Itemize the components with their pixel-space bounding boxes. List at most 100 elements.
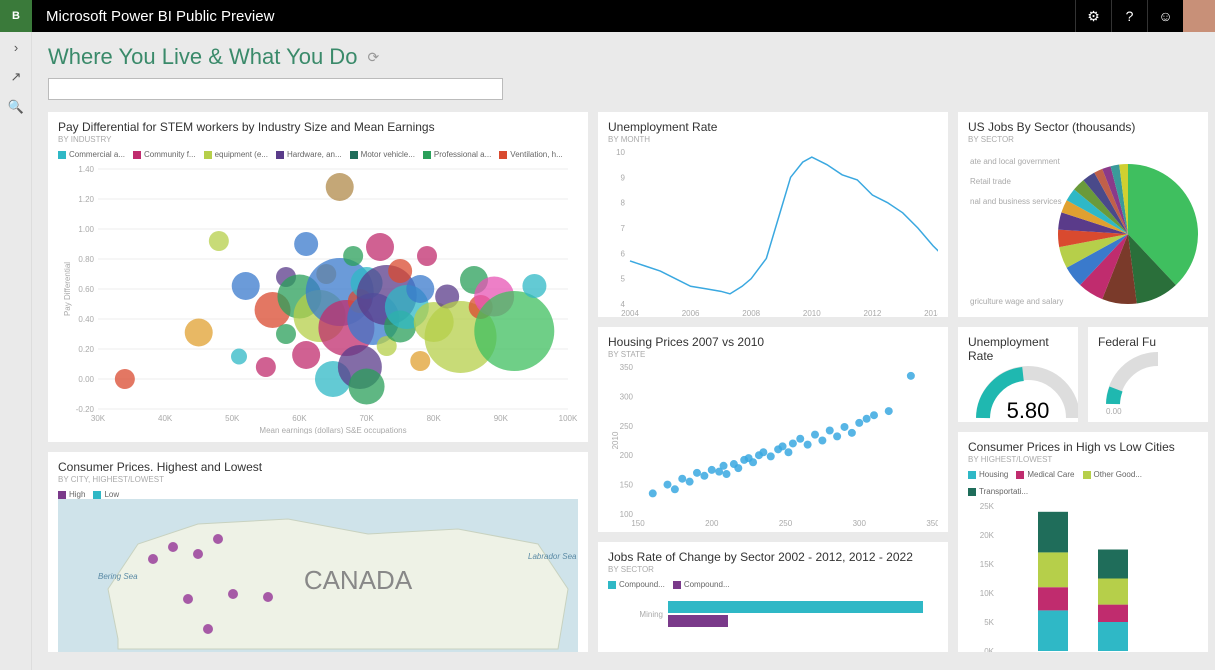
housing-scatter-chart: 1001502002503003501502002503003502007201…	[608, 359, 938, 532]
svg-text:30K: 30K	[91, 414, 106, 423]
svg-text:25K: 25K	[980, 502, 995, 511]
tile-housing-scatter[interactable]: Housing Prices 2007 vs 2010 BY STATE 100…	[598, 327, 948, 532]
jobs-pie-chart: ate and local governmentRetail tradenal …	[968, 144, 1198, 317]
user-avatar[interactable]	[1183, 0, 1215, 32]
help-icon[interactable]: ?	[1111, 0, 1147, 32]
svg-text:Pay Differential: Pay Differential	[63, 262, 72, 316]
header-icons: ⚙ ? ☺	[1075, 0, 1215, 32]
tile-title: Federal Fu	[1098, 335, 1198, 349]
share-icon[interactable]: ↗	[0, 62, 32, 92]
svg-text:6: 6	[621, 249, 626, 258]
svg-text:60K: 60K	[292, 414, 307, 423]
svg-text:1.00: 1.00	[78, 225, 94, 234]
chart-legend: HousingMedical CareOther Good...Transpor…	[968, 470, 1198, 496]
svg-text:0.20: 0.20	[78, 345, 94, 354]
svg-text:300: 300	[853, 519, 867, 528]
svg-text:200: 200	[705, 519, 719, 528]
tile-sub: BY SECTOR	[608, 565, 938, 574]
tile-title: Housing Prices 2007 vs 2010	[608, 335, 938, 349]
svg-text:0: 0	[980, 421, 985, 422]
app-title: Microsoft Power BI Public Preview	[32, 8, 1075, 25]
tile-unemployment-gauge[interactable]: Unemployment Rate 5.80 0 12	[958, 327, 1078, 422]
consumer-bar-chart: 0K5K10K15K20K25KHighLow	[968, 496, 1198, 652]
tile-consumer-map[interactable]: Consumer Prices. Highest and Lowest BY C…	[48, 452, 588, 652]
svg-text:350: 350	[926, 519, 938, 528]
svg-text:2007: 2007	[777, 531, 795, 532]
tile-title: Unemployment Rate	[968, 335, 1068, 363]
tile-sub: BY HIGHEST/LOWEST	[968, 455, 1198, 464]
svg-text:4: 4	[621, 300, 626, 309]
tile-sub: BY INDUSTRY	[58, 135, 578, 144]
gauge-chart: 5.80 0 12	[968, 363, 1078, 422]
svg-text:0K: 0K	[984, 647, 994, 652]
svg-text:7: 7	[621, 224, 626, 233]
svg-text:Mean earnings (dollars) S&E oc: Mean earnings (dollars) S&E occupations	[259, 426, 406, 434]
svg-text:150: 150	[620, 481, 634, 490]
left-sidebar: › ↗ 🔍	[0, 32, 32, 670]
tile-title: Pay Differential for STEM workers by Ind…	[58, 120, 578, 134]
tile-stem-scatter[interactable]: Pay Differential for STEM workers by Ind…	[48, 112, 588, 442]
tile-title: Jobs Rate of Change by Sector 2002 - 201…	[608, 550, 938, 564]
page-title: Where You Live & What You Do ⟳	[48, 44, 1199, 70]
app-logo-icon: B	[0, 0, 32, 32]
svg-text:100K: 100K	[559, 414, 578, 423]
svg-text:1.20: 1.20	[78, 195, 94, 204]
stem-scatter-chart: -0.200.000.200.400.600.801.001.201.4030K…	[58, 159, 578, 434]
main-content: Where You Live & What You Do ⟳ Pay Diffe…	[32, 32, 1215, 670]
tile-sub: BY STATE	[608, 350, 938, 359]
tile-sub: BY MONTH	[608, 135, 938, 144]
svg-text:5.80: 5.80	[1007, 398, 1050, 422]
tile-title: US Jobs By Sector (thousands)	[968, 120, 1198, 134]
map-chart: CANADA Bering Sea Labrador Sea	[58, 499, 578, 652]
refresh-icon[interactable]: ⟳	[367, 49, 379, 66]
tile-jobs-change[interactable]: Jobs Rate of Change by Sector 2002 - 201…	[598, 542, 948, 652]
svg-text:50K: 50K	[225, 414, 240, 423]
tile-title: Consumer Prices. Highest and Lowest	[58, 460, 578, 474]
svg-text:250: 250	[620, 422, 634, 431]
svg-text:70K: 70K	[359, 414, 374, 423]
settings-icon[interactable]: ⚙	[1075, 0, 1111, 32]
app-header: B Microsoft Power BI Public Preview ⚙ ? …	[0, 0, 1215, 32]
dashboard-grid: Pay Differential for STEM workers by Ind…	[48, 112, 1199, 652]
gauge-chart: 0.00	[1098, 349, 1158, 414]
svg-text:griculture wage and salary: griculture wage and salary	[970, 297, 1063, 306]
feedback-icon[interactable]: ☺	[1147, 0, 1183, 32]
svg-text:350: 350	[620, 363, 634, 372]
svg-text:100: 100	[620, 510, 634, 519]
jobs-change-chart: Mining	[608, 589, 938, 644]
svg-text:10: 10	[616, 148, 625, 157]
svg-text:Mining: Mining	[639, 610, 663, 619]
tile-consumer-bar[interactable]: Consumer Prices in High vs Low Cities BY…	[958, 432, 1208, 652]
svg-text:12: 12	[1068, 421, 1077, 422]
chart-legend: HighLow	[58, 490, 578, 499]
svg-text:20K: 20K	[980, 531, 995, 540]
search-icon[interactable]: 🔍	[0, 92, 32, 122]
tile-title: Consumer Prices in High vs Low Cities	[968, 440, 1198, 454]
svg-text:0.60: 0.60	[78, 285, 94, 294]
collapse-icon[interactable]: ›	[0, 32, 32, 62]
sea-label: Labrador Sea	[528, 552, 577, 561]
tile-sub: BY SECTOR	[968, 135, 1198, 144]
svg-text:0.00: 0.00	[1106, 407, 1122, 414]
svg-text:Retail trade: Retail trade	[970, 177, 1011, 186]
svg-text:10K: 10K	[980, 589, 995, 598]
chart-legend: Compound...Compound...	[608, 580, 938, 589]
svg-text:2014: 2014	[924, 309, 938, 317]
qna-search-input[interactable]	[48, 78, 503, 100]
svg-text:-0.20: -0.20	[76, 405, 95, 414]
tile-sub: BY CITY, HIGHEST/LOWEST	[58, 475, 578, 484]
page-title-text: Where You Live & What You Do	[48, 44, 357, 70]
tile-jobs-pie[interactable]: US Jobs By Sector (thousands) BY SECTOR …	[958, 112, 1208, 317]
svg-text:15K: 15K	[980, 560, 995, 569]
svg-text:ate and local government: ate and local government	[970, 157, 1061, 166]
svg-text:5K: 5K	[984, 618, 994, 627]
svg-text:2006: 2006	[682, 309, 700, 317]
svg-text:0.80: 0.80	[78, 255, 94, 264]
map-label: CANADA	[304, 565, 413, 595]
tile-title: Unemployment Rate	[608, 120, 938, 134]
svg-text:2010: 2010	[611, 431, 620, 449]
tile-unemployment-line[interactable]: Unemployment Rate BY MONTH 4567891020042…	[598, 112, 948, 317]
svg-text:250: 250	[779, 519, 793, 528]
tile-federal-gauge[interactable]: Federal Fu 0.00	[1088, 327, 1208, 422]
svg-text:2004: 2004	[621, 309, 639, 317]
